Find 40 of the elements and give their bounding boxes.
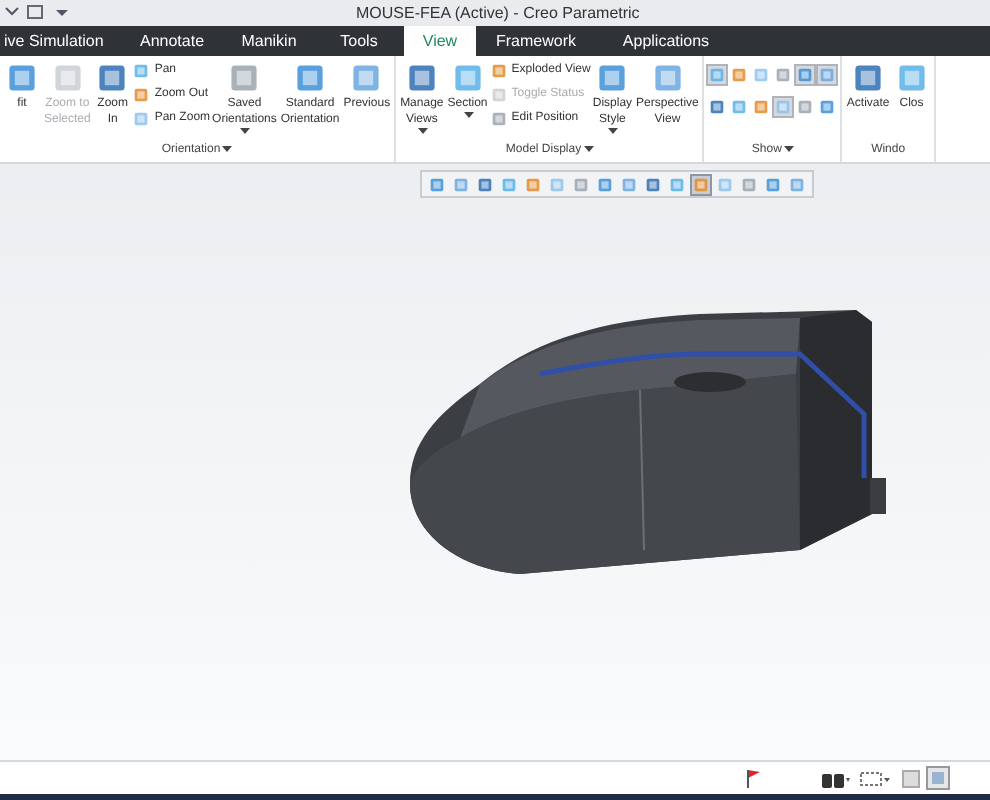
show-toggle[interactable] — [816, 96, 839, 118]
ribbon-tab[interactable]: ive Simulation — [0, 26, 120, 56]
show-toggle[interactable] — [728, 96, 751, 118]
view-tool-button[interactable] — [738, 173, 760, 195]
show-toggle[interactable] — [794, 96, 817, 118]
show-toggle[interactable] — [706, 64, 729, 86]
show-toggle[interactable] — [794, 64, 817, 86]
ribbon-tab[interactable]: Annotate — [120, 26, 224, 56]
ribbon-tab[interactable]: View — [404, 26, 476, 56]
show-toggle[interactable] — [772, 64, 795, 86]
view-tool-button[interactable] — [786, 173, 808, 195]
view-tool-button[interactable] — [450, 173, 472, 195]
ribbon-tab[interactable]: Framework — [476, 26, 596, 56]
flag-icon[interactable] — [746, 768, 762, 788]
view-tool-button[interactable] — [498, 173, 520, 195]
view-tool-button[interactable] — [594, 173, 616, 195]
selection-box-icon[interactable] — [860, 769, 892, 787]
show-toggle[interactable] — [816, 64, 839, 86]
view-tool-button[interactable] — [570, 173, 592, 195]
ribbon-tab[interactable]: Tools — [314, 26, 404, 56]
ribbon-tab[interactable]: Manikin — [224, 26, 314, 56]
view-tool-button[interactable] — [474, 173, 496, 195]
pressed-toggle-icon[interactable] — [926, 766, 950, 790]
quick-access-icons[interactable] — [4, 4, 72, 22]
view-tool-button[interactable] — [426, 173, 448, 195]
ribbon-tab[interactable]: Applications — [596, 26, 736, 56]
show-toggle[interactable] — [750, 64, 773, 86]
view-tool-button[interactable] — [690, 173, 712, 195]
view-tool-button[interactable] — [522, 173, 544, 195]
show-toggle[interactable] — [750, 96, 773, 118]
view-tool-button[interactable] — [762, 173, 784, 195]
window-title: MOUSE-FEA (Active) - Creo Parametric — [356, 5, 640, 21]
view-tool-button[interactable] — [714, 173, 736, 195]
view-tool-button[interactable] — [666, 173, 688, 195]
view-tool-button[interactable] — [546, 173, 568, 195]
show-toggle[interactable] — [772, 96, 795, 118]
show-toggle[interactable] — [706, 96, 729, 118]
show-toggle[interactable] — [728, 64, 751, 86]
view-tool-button[interactable] — [642, 173, 664, 195]
view-tool-button[interactable] — [618, 173, 640, 195]
